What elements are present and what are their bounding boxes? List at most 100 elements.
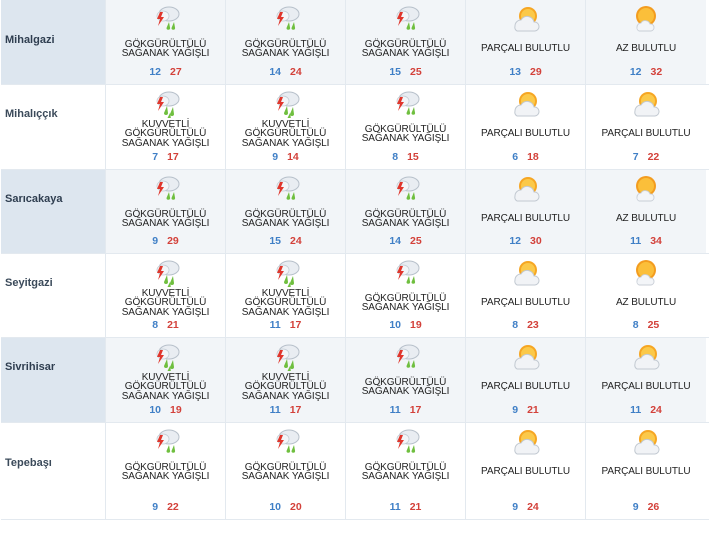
forecast-day-cell: GÖKGÜRÜLTÜLÜ SAĞANAK YAĞIŞLI 9 22 [106,423,226,519]
forecast-day-cell: GÖKGÜRÜLTÜLÜ SAĞANAK YAĞIŞLI 8 15 [346,85,466,169]
thunderstorm-icon [226,423,345,455]
partly-cloudy-icon [466,254,585,286]
forecast-row: Sivrihisar KUVVETLİ GÖKGÜRÜLTÜLÜ SAĞANAK YA… [1,338,709,423]
thunderstorm-icon [226,170,345,202]
min-temperature: 8 [512,319,519,331]
weather-description-line: AZ BULUTLU [615,297,677,309]
city-name[interactable]: Sivrihisar [1,338,106,422]
weather-description-line: SAĞANAK YAĞIŞLI [241,471,330,482]
max-temperature: 34 [650,235,662,247]
mostly-sunny-icon [586,0,706,32]
forecast-day-cell: GÖKGÜRÜLTÜLÜ SAĞANAK YAĞIŞLI 11 21 [346,423,466,519]
weather-description: GÖKGÜRÜLTÜLÜ SAĞANAK YAĞIŞLI [346,202,465,236]
max-temperature: 14 [287,151,299,163]
forecast-day-cell: KUVVETLİ GÖKGÜRÜLTÜLÜ SAĞANAK YAĞIŞLI 11 17 [226,338,346,422]
city-name[interactable]: Sarıcakaya [1,170,106,253]
min-temperature: 15 [269,235,281,247]
weather-description-line: SAĞANAK YAĞIŞLI [241,218,330,229]
thunderstorm-icon [106,0,225,32]
min-temperature: 6 [512,151,519,163]
city-name[interactable]: Seyitgazi [1,254,106,337]
max-temperature: 19 [170,404,182,416]
weather-description: KUVVETLİ GÖKGÜRÜLTÜLÜ SAĞANAK YAĞIŞLI [226,117,345,151]
weather-description-line: SAĞANAK YAĞIŞLI [361,302,450,313]
weather-description-line: PARÇALI BULUTLU [481,466,570,478]
forecast-day-cell: PARÇALI BULUTLU 8 23 [466,254,586,337]
forecast-row: Mihalıççık KUVVETLİ GÖKGÜRÜLTÜLÜ SAĞANAK YA… [1,85,709,170]
weather-description: GÖKGÜRÜLTÜLÜ SAĞANAK YAĞIŞLI [106,455,225,489]
forecast-grid: Mihalgazi GÖKGÜRÜLTÜLÜ SAĞANAK YAĞIŞLI 12 27… [1,0,709,520]
partly-cloudy-icon [466,0,585,32]
forecast-day-cell: GÖKGÜRÜLTÜLÜ SAĞANAK YAĞIŞLI 15 25 [346,0,466,84]
thunderstorm-icon [106,423,225,455]
weather-description-line: SAĞANAK YAĞIŞLI [121,218,210,229]
weather-description: KUVVETLİ GÖKGÜRÜLTÜLÜ SAĞANAK YAĞIŞLI [106,286,225,320]
weather-description-line: SAĞANAK YAĞIŞLI [361,386,450,397]
thunderstorm-icon [346,0,465,32]
min-temperature: 12 [629,66,642,78]
weather-description-line: SAĞANAK YAĞIŞLI [241,390,330,402]
temperature-range: 11 17 [226,404,345,416]
forecast-day-cell: PARÇALI BULUTLU 12 30 [466,170,586,253]
forecast-day-cell: GÖKGÜRÜLTÜLÜ SAĞANAK YAĞIŞLI 14 25 [346,170,466,253]
max-temperature: 19 [410,319,422,331]
weather-description: GÖKGÜRÜLTÜLÜ SAĞANAK YAĞIŞLI [226,32,345,66]
max-temperature: 17 [409,404,422,416]
forecast-day-cell: KUVVETLİ GÖKGÜRÜLTÜLÜ SAĞANAK YAĞIŞLI 11 17 [226,254,346,337]
temperature-range: 9 22 [106,501,225,513]
temperature-range: 7 17 [106,151,225,163]
city-name[interactable]: Mihalıççık [1,85,106,169]
heavy-thunderstorm-icon [106,85,225,118]
weather-description: PARÇALI BULUTLU [466,32,585,66]
thunderstorm-icon [226,0,345,32]
city-name[interactable]: Tepebaşı [1,423,106,519]
forecast-day-cell: GÖKGÜRÜLTÜLÜ SAĞANAK YAĞIŞLI 10 19 [346,254,466,337]
forecast-day-cell: AZ BULUTLU 11 34 [586,170,706,253]
weather-description-line: SAĞANAK YAĞIŞLI [121,137,210,149]
temperature-range: 11 17 [226,319,345,331]
forecast-day-cell: PARÇALI BULUTLU 9 24 [466,423,586,519]
thunderstorm-icon [106,170,225,202]
max-temperature: 24 [290,235,302,247]
heavy-thunderstorm-icon [226,254,345,287]
temperature-range: 9 14 [226,151,345,163]
city-name[interactable]: Mihalgazi [1,0,106,84]
weather-description-line: SAĞANAK YAĞIŞLI [361,471,450,482]
temperature-range: 14 25 [346,235,465,247]
temperature-range: 6 18 [466,151,585,163]
forecast-row: Sarıcakaya GÖKGÜRÜLTÜLÜ SAĞANAK YAĞIŞLI 9 29… [1,170,709,254]
heavy-thunderstorm-icon [106,254,225,287]
temperature-range: 7 22 [586,151,706,163]
temperature-range: 12 32 [586,66,706,78]
weather-description-line: AZ BULUTLU [615,43,677,55]
mostly-sunny-icon [586,254,706,286]
max-temperature: 24 [290,66,302,78]
max-temperature: 27 [170,66,182,78]
temperature-range: 9 29 [106,235,225,247]
temperature-range: 8 25 [586,319,706,331]
forecast-day-cell: AZ BULUTLU 8 25 [586,254,706,337]
temperature-range: 12 30 [466,235,585,247]
max-temperature: 20 [290,501,302,513]
weather-description-line: PARÇALI BULUTLU [481,381,570,393]
weather-description-line: PARÇALI BULUTLU [481,213,570,225]
weather-description: AZ BULUTLU [586,286,706,320]
weather-description-line: SAĞANAK YAĞIŞLI [121,306,210,318]
min-temperature: 9 [152,501,159,513]
weather-description-line: PARÇALI BULUTLU [601,381,691,393]
weather-description-line: AZ BULUTLU [615,213,677,225]
temperature-range: 8 21 [106,319,225,331]
weather-description: GÖKGÜRÜLTÜLÜ SAĞANAK YAĞIŞLI [346,32,465,66]
temperature-range: 11 34 [586,235,706,247]
max-temperature: 21 [527,404,539,416]
temperature-range: 11 24 [586,404,706,416]
max-temperature: 24 [527,501,539,513]
weather-description-line: PARÇALI BULUTLU [481,43,570,55]
weather-description: PARÇALI BULUTLU [466,117,585,151]
heavy-thunderstorm-icon [226,338,345,371]
temperature-range: 13 29 [466,66,585,78]
thunderstorm-icon [346,170,465,202]
thunderstorm-icon [346,423,465,455]
forecast-day-cell: KUVVETLİ GÖKGÜRÜLTÜLÜ SAĞANAK YAĞIŞLI 7 17 [106,85,226,169]
thunderstorm-icon [346,85,465,117]
